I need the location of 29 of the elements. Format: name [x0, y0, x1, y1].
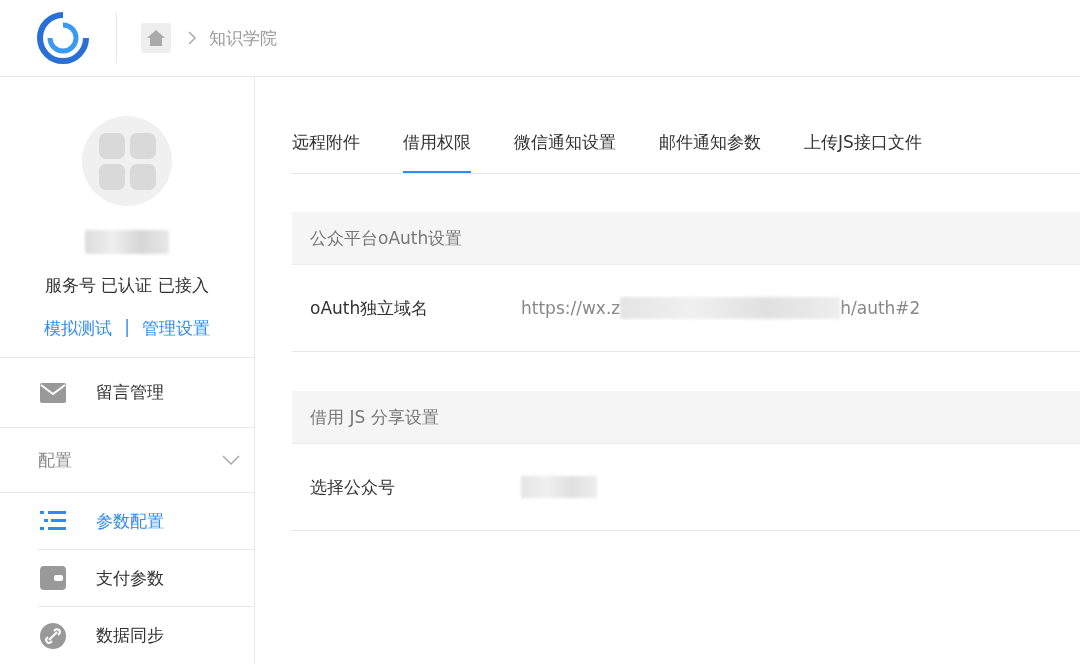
- account-status: 服务号 已认证 已接入: [45, 274, 209, 297]
- wallet-icon: [40, 566, 66, 591]
- logo-icon: [36, 11, 90, 65]
- chevron-right-icon: [187, 31, 197, 45]
- menu-item[interactable]: 支付参数: [38, 550, 254, 608]
- separator: |: [124, 317, 130, 339]
- home-button[interactable]: [141, 23, 171, 53]
- tab[interactable]: 借用权限: [403, 131, 471, 173]
- menu-item[interactable]: 数据同步: [38, 607, 254, 664]
- menu-item[interactable]: 留言管理: [0, 357, 254, 429]
- field-value: h/auth#2: [840, 298, 921, 318]
- section-header: 借用 JS 分享设置: [292, 391, 1080, 443]
- settings-link[interactable]: 管理设置: [141, 317, 210, 340]
- field-value: https://wx.z: [521, 298, 621, 318]
- tab[interactable]: 邮件通知参数: [659, 131, 761, 173]
- mail-icon: [40, 382, 66, 403]
- section-header: 公众平台oAuth设置: [292, 212, 1080, 264]
- link-icon: [40, 622, 66, 649]
- tab[interactable]: 微信通知设置: [514, 131, 616, 173]
- home-icon: [146, 29, 166, 47]
- chevron-icon: [222, 455, 240, 466]
- field-label: 选择公众号: [310, 475, 396, 499]
- tab[interactable]: 远程附件: [292, 131, 360, 173]
- menu-item[interactable]: 参数配置: [38, 493, 254, 551]
- list-icon: [40, 510, 66, 533]
- field-label: oAuth独立域名: [310, 296, 430, 320]
- tab[interactable]: 上传JS接口文件: [804, 131, 922, 173]
- menu-group[interactable]: 配置: [0, 428, 254, 494]
- test-link[interactable]: 模拟测试: [44, 317, 113, 340]
